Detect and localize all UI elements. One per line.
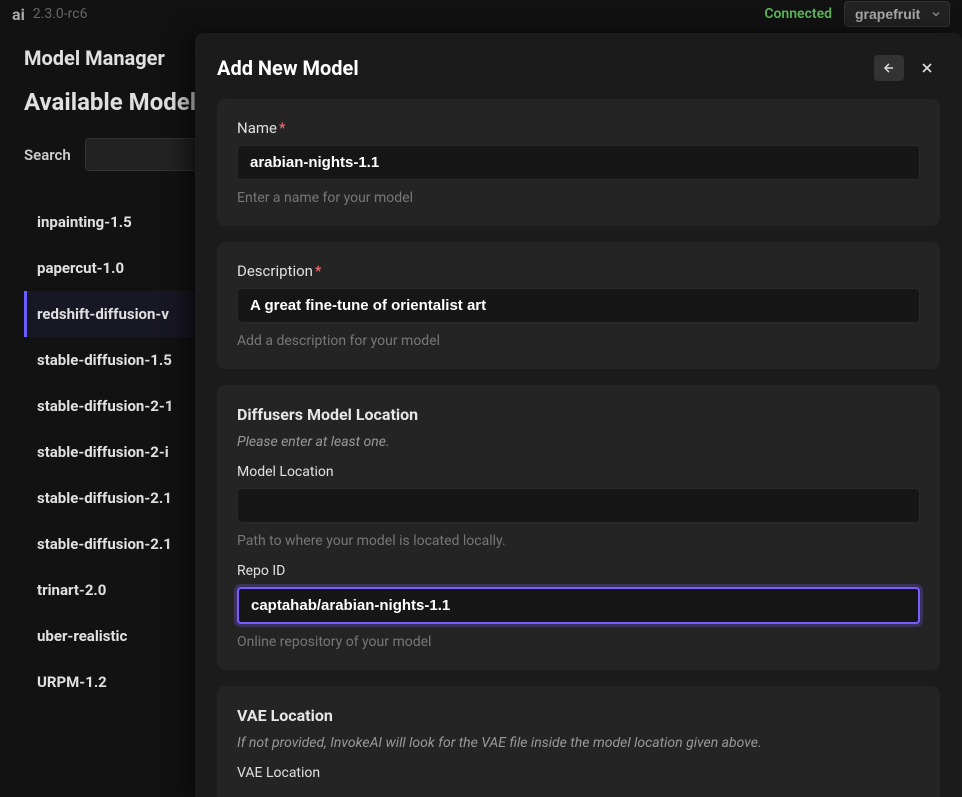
diffusers-section-hint: Please enter at least one.: [237, 434, 920, 450]
search-label: Search: [24, 146, 71, 164]
repo-id-label: Repo ID: [237, 563, 920, 579]
diffusers-card: Diffusers Model Location Please enter at…: [217, 385, 940, 670]
app-header: ai 2.3.0-rc6 Connected grapefruit: [0, 0, 962, 28]
vae-card: VAE Location If not provided, InvokeAI w…: [217, 686, 940, 797]
name-input[interactable]: [237, 145, 920, 180]
name-hint: Enter a name for your model: [237, 190, 920, 206]
arrow-left-icon: [882, 61, 896, 75]
description-card: Description* Add a description for your …: [217, 242, 940, 369]
description-hint: Add a description for your model: [237, 333, 920, 349]
modal-title: Add New Model: [217, 56, 359, 80]
modal-header-actions: [874, 55, 940, 81]
model-select-wrap: grapefruit: [844, 1, 950, 27]
model-select[interactable]: grapefruit: [844, 1, 950, 27]
vae-section-hint: If not provided, InvokeAI will look for …: [237, 735, 920, 751]
model-location-label: Model Location: [237, 464, 920, 480]
app-version: 2.3.0-rc6: [33, 6, 88, 22]
modal-header: Add New Model: [217, 55, 940, 81]
required-asterisk: *: [279, 119, 285, 137]
name-label: Name*: [237, 119, 920, 137]
app-logo: ai: [12, 5, 25, 24]
model-location-input[interactable]: [237, 488, 920, 523]
back-button[interactable]: [874, 55, 904, 81]
model-location-hint: Path to where your model is located loca…: [237, 533, 920, 549]
repo-id-hint: Online repository of your model: [237, 634, 920, 650]
diffusers-section-title: Diffusers Model Location: [237, 405, 920, 424]
vae-location-label: VAE Location: [237, 765, 920, 781]
name-card: Name* Enter a name for your model: [217, 99, 940, 226]
add-model-modal: Add New Model Name* Enter a name for you…: [195, 33, 962, 797]
connection-status: Connected: [764, 6, 832, 22]
required-asterisk: *: [315, 262, 321, 280]
repo-id-input[interactable]: [237, 587, 920, 624]
description-input[interactable]: [237, 288, 920, 323]
close-button[interactable]: [914, 55, 940, 81]
close-icon: [919, 60, 935, 76]
vae-section-title: VAE Location: [237, 706, 920, 725]
description-label: Description*: [237, 262, 920, 280]
